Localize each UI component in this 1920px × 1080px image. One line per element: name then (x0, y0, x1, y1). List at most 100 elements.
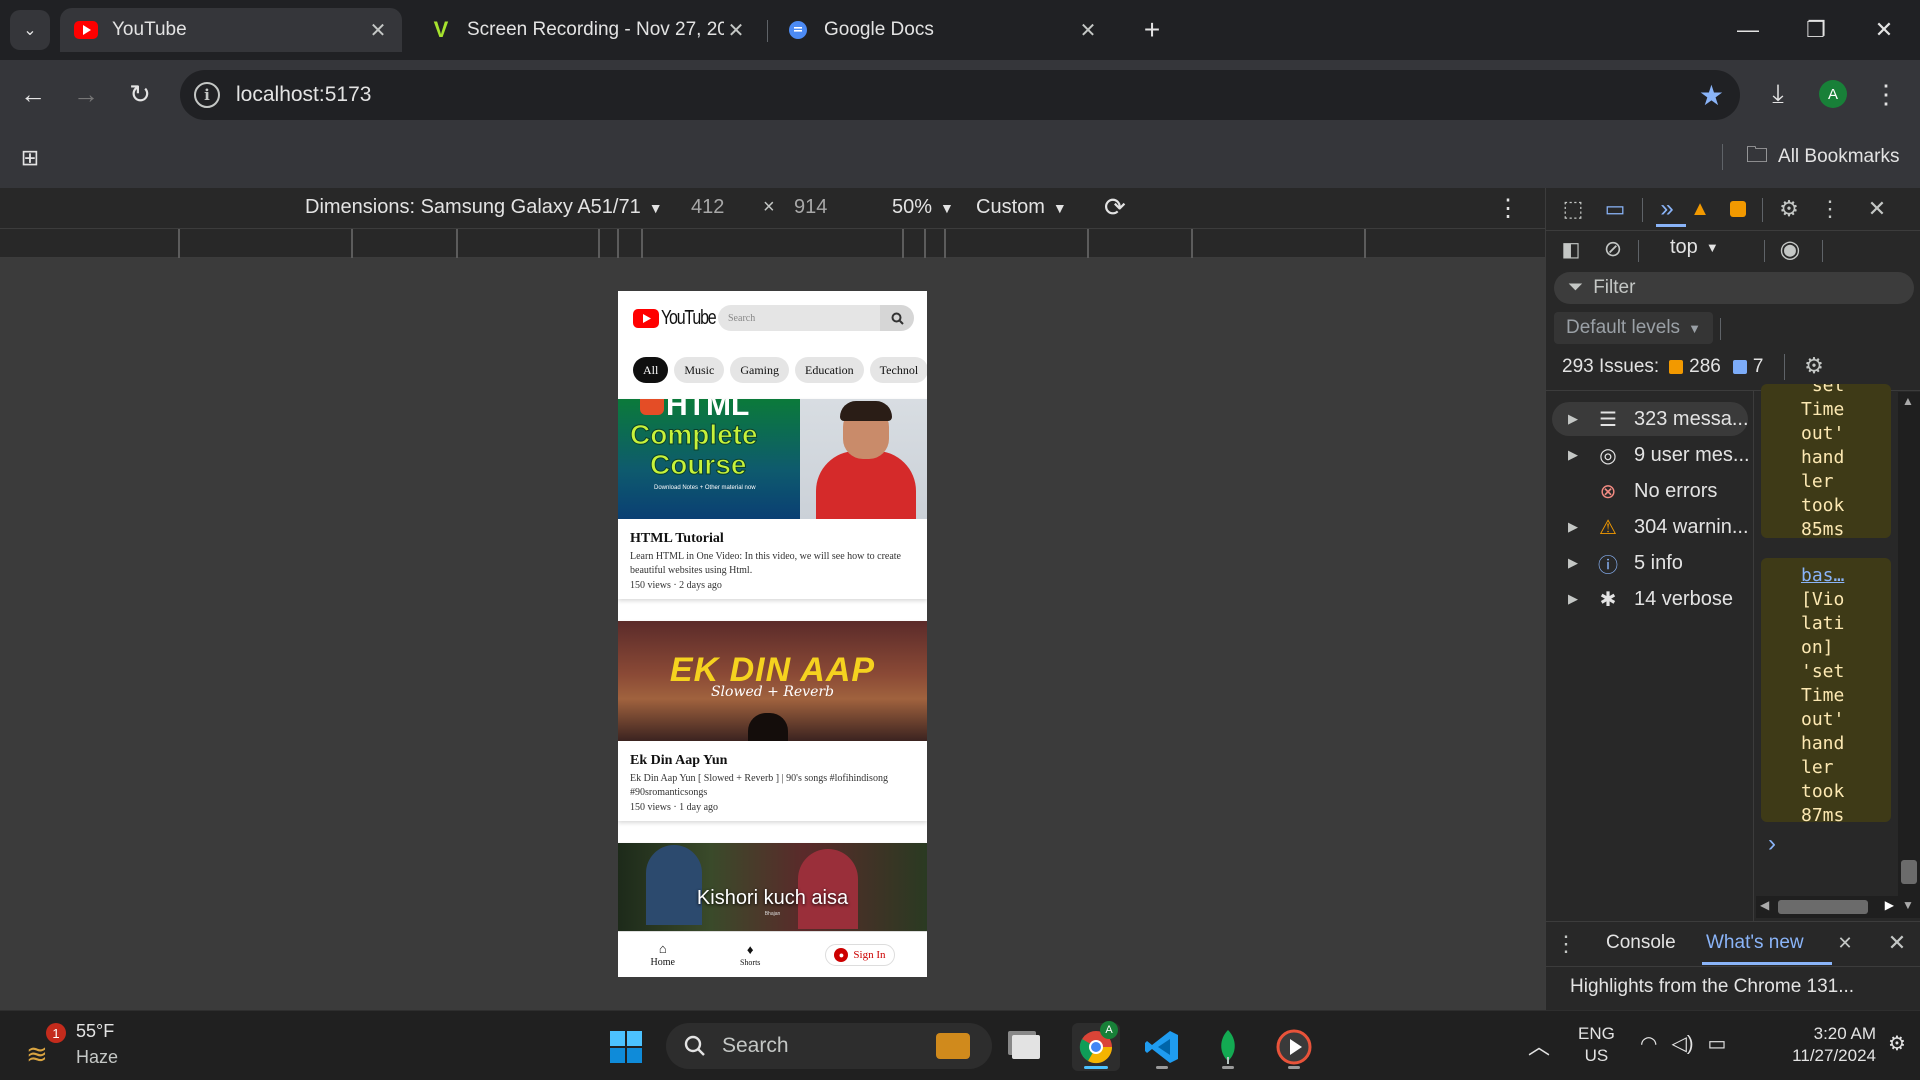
close-tab-icon[interactable]: ✕ (1832, 928, 1858, 958)
source-link[interactable]: bas… (1801, 564, 1891, 588)
log-line: 85ms (1801, 519, 1845, 538)
taskbar-search[interactable]: Search (666, 1023, 992, 1069)
chip-education[interactable]: Education (795, 357, 864, 383)
restore-button[interactable]: ❐ (1792, 10, 1840, 50)
drawer-menu-icon[interactable]: ⋮ (1554, 924, 1578, 964)
issues-summary[interactable]: 293 Issues: 286 7 (1562, 356, 1763, 378)
console-warning-entry[interactable]: 'set Time out' hand ler took 85ms (1761, 384, 1891, 538)
device-width-input[interactable]: 412 (691, 196, 724, 219)
chip-technology[interactable]: Technol (869, 357, 927, 383)
forward-button[interactable]: → (66, 74, 106, 114)
close-icon[interactable]: ✕ (724, 18, 748, 42)
close-icon[interactable]: ✕ (1076, 18, 1100, 42)
summary-user-messages[interactable]: ▶ ◎ 9 user mes... (1568, 440, 1750, 470)
close-devtools-icon[interactable]: ✕ (1860, 192, 1894, 226)
tab-google-docs[interactable]: Google Docs ✕ (772, 8, 1112, 52)
star-bookmark-icon[interactable]: ★ (1699, 79, 1724, 112)
tab-search-button[interactable]: ⌄ (10, 10, 50, 50)
scroll-thumb[interactable] (1778, 900, 1868, 914)
video-card[interactable]: HTML Complete Course Download Notes + Ot… (618, 399, 927, 599)
yt-search-button[interactable] (880, 305, 914, 331)
eye-icon[interactable]: ◉ (1772, 234, 1808, 264)
console-settings-icon[interactable]: ⚙ (1798, 350, 1830, 382)
close-window-button[interactable]: ✕ (1860, 10, 1908, 50)
filter-input[interactable]: ⏷ Filter (1554, 272, 1914, 304)
back-button[interactable]: ← (13, 74, 53, 114)
bookmarks-bar: ⊞ 🗀 All Bookmarks (0, 130, 1920, 186)
new-tab-button[interactable]: + (1128, 10, 1176, 50)
summary-messages[interactable]: ▶ ☰ 323 messa... (1568, 404, 1749, 434)
summary-info[interactable]: ▶ ⓘ 5 info (1568, 548, 1683, 578)
chevron-up-icon[interactable]: ︿ (1528, 1029, 1550, 1061)
yt-search-input[interactable]: Search (718, 305, 880, 331)
site-info-icon[interactable]: i (194, 82, 220, 108)
video-title[interactable]: HTML Tutorial (630, 531, 927, 547)
horizontal-scrollbar[interactable]: ◀ ▶ (1756, 896, 1898, 918)
apps-grid-icon[interactable]: ⊞ (10, 138, 50, 178)
profile-avatar[interactable]: A (1813, 74, 1853, 114)
mongodb-app[interactable] (1204, 1023, 1252, 1071)
vertical-scrollbar[interactable]: ▲ ▼ (1898, 392, 1920, 918)
minimize-button[interactable]: — (1724, 10, 1772, 50)
device-toggle-icon[interactable]: ▭ (1598, 192, 1632, 226)
task-view-button[interactable] (1002, 1023, 1050, 1071)
drawer-tab-whats-new[interactable]: What's new (1706, 932, 1804, 954)
all-bookmarks-button[interactable]: 🗀 All Bookmarks (1746, 140, 1899, 174)
rotate-icon[interactable]: ⟳ (1104, 192, 1126, 223)
download-icon[interactable]: ⤓ (1758, 74, 1798, 114)
address-bar[interactable]: i localhost:5173 ★ (180, 70, 1740, 120)
drawer-tab-console[interactable]: Console (1606, 932, 1676, 954)
video-thumbnail[interactable]: Kishori kuch aisa Bhajan (618, 843, 927, 943)
clock[interactable]: 3:20 AM 11/27/2024 (1760, 1023, 1876, 1067)
video-title[interactable]: Ek Din Aap Yun (630, 753, 927, 769)
notification-bell-icon[interactable]: ⚙ (1888, 1031, 1906, 1056)
whats-new-highlight[interactable]: Highlights from the Chrome 131... (1570, 976, 1854, 998)
device-height-input[interactable]: 914 (794, 196, 827, 219)
chrome-app[interactable]: A (1072, 1021, 1120, 1071)
warning-icon[interactable]: ▲ (1686, 192, 1714, 226)
devtools-menu-icon[interactable]: ⋮ (1816, 192, 1844, 226)
scroll-thumb[interactable] (1901, 860, 1917, 884)
nav-shorts[interactable]: ♦ Shorts (740, 942, 760, 967)
clear-console-icon[interactable]: ⊘ (1598, 234, 1628, 264)
levels-select[interactable]: Default levels ▼ (1554, 312, 1713, 344)
device-select[interactable]: Dimensions: Samsung Galaxy A51/71 ▼ (305, 196, 663, 219)
sign-in-button[interactable]: ● Sign In (825, 943, 895, 966)
weather-widget[interactable]: ≋ 1 (24, 1023, 66, 1069)
device-more-icon[interactable]: ⋮ (1496, 194, 1520, 223)
video-card[interactable]: Kishori kuch aisa Bhajan (618, 843, 927, 943)
console-prompt[interactable]: › (1768, 830, 1776, 858)
summary-verbose[interactable]: ▶ ✱ 14 verbose (1568, 584, 1733, 614)
divider (1642, 198, 1643, 222)
close-drawer-icon[interactable]: ✕ (1882, 928, 1912, 958)
more-tabs-icon[interactable]: » (1650, 192, 1684, 226)
throttle-select[interactable]: Custom ▼ (976, 196, 1067, 219)
summary-errors[interactable]: ⊗ No errors (1568, 476, 1718, 506)
more-menu-icon[interactable]: ⋮ (1866, 74, 1906, 114)
vscode-app[interactable] (1138, 1023, 1186, 1071)
settings-gear-icon[interactable]: ⚙ (1772, 192, 1806, 226)
zoom-select[interactable]: 50% ▼ (892, 196, 954, 219)
sidebar-toggle-icon[interactable]: ◧ (1556, 234, 1586, 264)
system-tray[interactable]: ◠ ◁) ▭ (1640, 1031, 1726, 1056)
issues-icon[interactable] (1724, 192, 1752, 226)
chip-music[interactable]: Music (674, 357, 725, 383)
console-warning-entry[interactable]: bas… [Vio lati on] 'set Time out' hand l… (1761, 558, 1891, 826)
context-select[interactable]: top ▼ (1670, 236, 1719, 259)
inspect-element-icon[interactable]: ⬚ (1556, 192, 1590, 226)
language-indicator[interactable]: ENG US (1578, 1023, 1615, 1067)
yt-logo[interactable]: YouTube (633, 307, 729, 330)
start-button[interactable] (602, 1023, 650, 1071)
video-card[interactable]: EK DIN AAP Slowed + Reverb Ek Din Aap Yu… (618, 621, 927, 821)
video-thumbnail[interactable]: HTML Complete Course Download Notes + Ot… (618, 399, 927, 519)
chip-gaming[interactable]: Gaming (730, 357, 790, 383)
close-icon[interactable]: ✕ (366, 18, 390, 42)
nav-home[interactable]: ⌂ Home (651, 941, 675, 968)
tab-screen-recording[interactable]: V Screen Recording - Nov 27, 202 ✕ (415, 8, 760, 52)
reload-button[interactable]: ↻ (120, 74, 160, 114)
summary-warnings[interactable]: ▶ ⚠ 304 warnin... (1568, 512, 1749, 542)
chip-all[interactable]: All (633, 357, 669, 383)
tab-youtube[interactable]: YouTube ✕ (60, 8, 402, 52)
media-player-app[interactable] (1270, 1023, 1318, 1071)
video-thumbnail[interactable]: EK DIN AAP Slowed + Reverb (618, 621, 927, 741)
